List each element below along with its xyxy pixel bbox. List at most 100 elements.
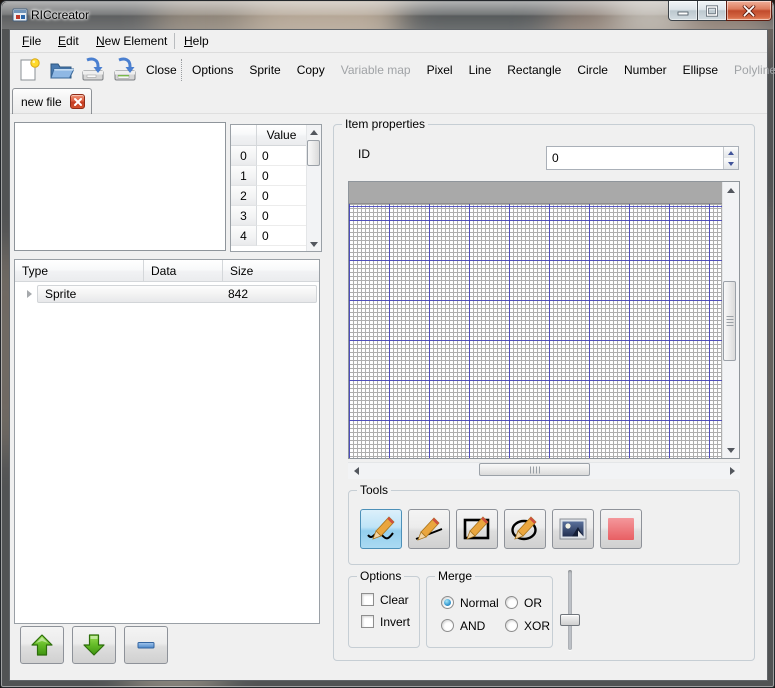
image-tool-button[interactable] bbox=[552, 509, 594, 549]
window-client-area: File Edit New Element Help bbox=[9, 29, 768, 681]
menu-file[interactable]: File bbox=[18, 30, 45, 52]
scroll-down-button[interactable] bbox=[306, 237, 321, 251]
value-cell[interactable]: 0 bbox=[257, 226, 306, 246]
move-down-button[interactable] bbox=[72, 626, 116, 664]
group-label: Item properties bbox=[342, 117, 428, 131]
tab-label: new file bbox=[21, 95, 62, 109]
toolbar-actions: Options Sprite Copy Variable map Pixel L… bbox=[192, 53, 775, 87]
id-input[interactable] bbox=[547, 147, 723, 169]
scroll-left-button[interactable] bbox=[348, 462, 364, 479]
clear-checkbox[interactable] bbox=[361, 593, 374, 606]
toolbar-options-button[interactable]: Options bbox=[192, 63, 233, 77]
scrollbar-thumb[interactable] bbox=[479, 463, 590, 476]
spin-down-button[interactable] bbox=[723, 158, 738, 169]
toolbar-sprite-button[interactable]: Sprite bbox=[249, 63, 280, 77]
canvas-vertical-scrollbar[interactable] bbox=[722, 182, 739, 458]
close-document-button[interactable]: Close bbox=[146, 53, 177, 87]
toolbar-copy-button[interactable]: Copy bbox=[297, 63, 325, 77]
open-file-button[interactable] bbox=[47, 56, 75, 84]
value-cell[interactable]: 0 bbox=[257, 186, 306, 206]
spin-up-button[interactable] bbox=[723, 147, 738, 158]
value-table-corner bbox=[231, 125, 257, 146]
scroll-right-button[interactable] bbox=[724, 462, 740, 479]
table-row: 2 0 bbox=[231, 186, 306, 206]
rectangle-tool-button[interactable] bbox=[456, 509, 498, 549]
scroll-up-button[interactable] bbox=[306, 125, 321, 139]
invert-checkbox[interactable] bbox=[361, 615, 374, 628]
maximize-icon bbox=[706, 5, 718, 16]
item-properties-group: Item properties ID bbox=[333, 124, 755, 661]
triangle-up-icon bbox=[310, 130, 318, 135]
triangle-up-icon bbox=[728, 151, 734, 155]
id-spinbox bbox=[546, 146, 739, 170]
tab-new-file[interactable]: new file bbox=[12, 88, 92, 114]
ellipse-tool-button[interactable] bbox=[504, 509, 546, 549]
tabbar-baseline bbox=[10, 113, 767, 114]
move-up-button[interactable] bbox=[20, 626, 64, 664]
scroll-up-button[interactable] bbox=[722, 182, 739, 198]
fill-tool-button[interactable] bbox=[600, 509, 642, 549]
line-tool-icon bbox=[414, 515, 444, 543]
toolbar-pixel-button[interactable]: Pixel bbox=[427, 63, 453, 77]
scrollbar-thumb[interactable] bbox=[307, 140, 320, 166]
triangle-up-icon bbox=[727, 188, 735, 193]
canvas-out-of-range-band bbox=[349, 182, 722, 204]
column-header-type[interactable]: Type bbox=[15, 260, 144, 282]
canvas-horizontal-scrollbar[interactable] bbox=[348, 462, 740, 479]
toolbar-rectangle-button[interactable]: Rectangle bbox=[507, 63, 561, 77]
scrollbar-thumb[interactable] bbox=[723, 281, 736, 361]
triangle-down-icon bbox=[728, 162, 734, 166]
column-header-data[interactable]: Data bbox=[144, 260, 223, 282]
merge-or-radio[interactable] bbox=[505, 596, 518, 609]
table-row: 0 0 bbox=[231, 146, 306, 166]
merge-xor-radio[interactable] bbox=[505, 619, 518, 632]
toolbar-ellipse-button[interactable]: Ellipse bbox=[683, 63, 718, 77]
new-file-button[interactable] bbox=[15, 56, 43, 84]
row-header: 2 bbox=[231, 186, 257, 206]
value-table-scrollbar[interactable] bbox=[306, 125, 321, 251]
freehand-tool-button[interactable] bbox=[360, 509, 402, 549]
scroll-down-button[interactable] bbox=[722, 442, 739, 458]
value-cell[interactable]: 0 bbox=[257, 166, 306, 186]
table-row: 3 0 bbox=[231, 206, 306, 226]
tab-close-button[interactable] bbox=[70, 94, 85, 109]
tab-close-icon bbox=[73, 97, 82, 106]
freehand-tool-icon bbox=[366, 515, 396, 543]
maximize-button[interactable] bbox=[697, 1, 727, 21]
zoom-slider-thumb[interactable] bbox=[560, 614, 580, 626]
id-label: ID bbox=[358, 147, 370, 161]
merge-or-label: OR bbox=[524, 596, 542, 610]
toolbar-circle-button[interactable]: Circle bbox=[577, 63, 608, 77]
drawing-grid[interactable] bbox=[349, 204, 722, 458]
thumb-grip bbox=[530, 466, 540, 473]
remove-button[interactable] bbox=[124, 626, 168, 664]
column-header-size[interactable]: Size bbox=[223, 260, 319, 282]
table-row: 4 0 bbox=[231, 226, 306, 246]
toolbar: Close Options Sprite Copy Variable map P… bbox=[10, 53, 767, 87]
toolbar-variable-map-button[interactable]: Variable map bbox=[341, 63, 411, 77]
minimize-button[interactable] bbox=[668, 1, 698, 21]
row-header: 4 bbox=[231, 226, 257, 246]
list-item-sprite[interactable]: Sprite 842 bbox=[37, 285, 317, 303]
menu-help[interactable]: Help bbox=[180, 30, 213, 52]
zoom-slider-track[interactable] bbox=[568, 570, 572, 650]
value-cell[interactable]: 0 bbox=[257, 146, 306, 166]
value-cell[interactable]: 0 bbox=[257, 206, 306, 226]
merge-and-radio[interactable] bbox=[441, 619, 454, 632]
toolbar-number-button[interactable]: Number bbox=[624, 63, 667, 77]
sprite-size-cell: 842 bbox=[228, 287, 248, 301]
titlebar bbox=[2, 2, 773, 29]
save-as-button[interactable] bbox=[111, 56, 139, 84]
menu-new-element[interactable]: New Element bbox=[92, 30, 171, 52]
merge-normal-radio[interactable] bbox=[441, 596, 454, 609]
close-button[interactable] bbox=[726, 1, 772, 21]
save-button[interactable] bbox=[79, 56, 107, 84]
expander-icon[interactable] bbox=[27, 290, 32, 298]
toolbar-line-button[interactable]: Line bbox=[469, 63, 492, 77]
toolbar-polyline-button[interactable]: Polyline bbox=[734, 63, 775, 77]
row-header: 3 bbox=[231, 206, 257, 226]
merge-and-label: AND bbox=[460, 619, 485, 633]
table-row: 1 0 bbox=[231, 166, 306, 186]
menu-edit[interactable]: Edit bbox=[54, 30, 83, 52]
line-tool-button[interactable] bbox=[408, 509, 450, 549]
